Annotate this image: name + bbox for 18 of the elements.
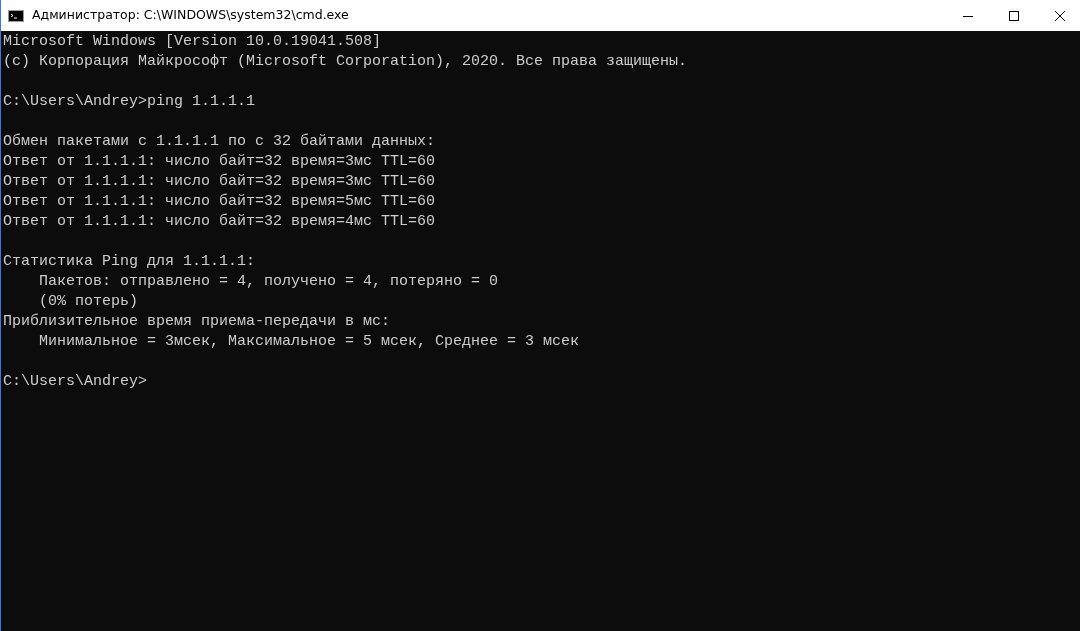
maximize-icon bbox=[1009, 10, 1019, 21]
console-line: Пакетов: отправлено = 4, получено = 4, потеряно = 0 bbox=[38, 272, 500, 292]
console-line: Минимальное = 3мсек, Максимальное = 5 мсек, Среднее = 3 мсек bbox=[38, 332, 581, 352]
console-line: C:\Users\Andrey> bbox=[3, 372, 149, 392]
console-line: Приблизительное время приема-передачи в мс: bbox=[3, 312, 392, 332]
console-line: (c) Корпорация Майкрософт (Microsoft Corporation), 2020. Все права защищены. bbox=[3, 52, 689, 72]
console-line: Ответ от 1.1.1.1: число байт=32 время=3мс TTL=60 bbox=[3, 172, 437, 192]
console-line: C:\Users\Andrey>ping 1.1.1.1 bbox=[3, 92, 257, 112]
console-line: Статистика Ping для 1.1.1.1: bbox=[3, 252, 257, 272]
console-line: Ответ от 1.1.1.1: число байт=32 время=5мс TTL=60 bbox=[3, 192, 437, 212]
console-line: Ответ от 1.1.1.1: число байт=32 время=4мс TTL=60 bbox=[3, 212, 437, 232]
console-line: Обмен пакетами с 1.1.1.1 по с 32 байтами данных: bbox=[3, 132, 437, 152]
console-line: Microsoft Windows [Version 10.0.19041.508] bbox=[3, 32, 383, 52]
close-icon bbox=[1055, 10, 1065, 21]
console-line: (0% потерь) bbox=[38, 292, 140, 312]
window-title: Администратор: C:\WINDOWS\system32\cmd.exe bbox=[32, 6, 349, 25]
console-line: Ответ от 1.1.1.1: число байт=32 время=3мс TTL=60 bbox=[3, 152, 437, 172]
console-app-icon bbox=[8, 9, 24, 22]
